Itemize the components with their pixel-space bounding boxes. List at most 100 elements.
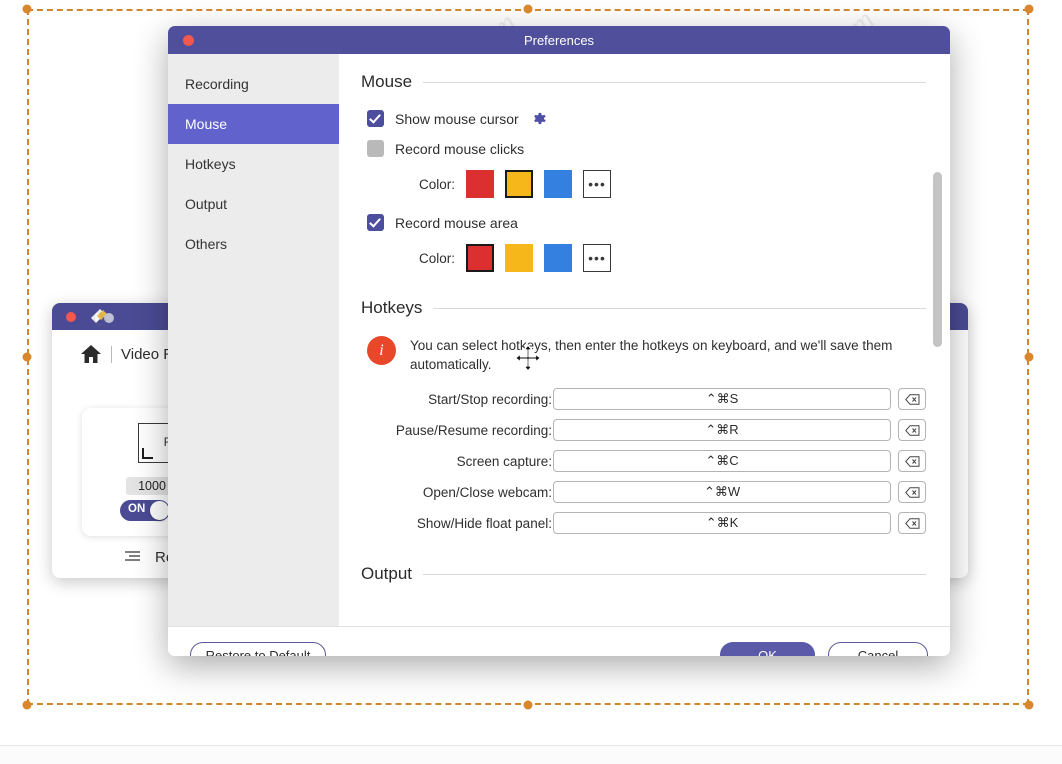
section-rule	[433, 307, 926, 309]
preferences-dialog[interactable]: Preferences Recording Mouse Hotkeys Outp…	[168, 26, 950, 656]
preferences-body: Recording Mouse Hotkeys Output Others Mo…	[168, 54, 950, 626]
capture-width-value: 1000	[138, 479, 166, 493]
hotkey-input[interactable]: ⌃⌘R	[552, 419, 892, 441]
selection-handle-top-right[interactable]	[1024, 4, 1034, 14]
backspace-icon	[904, 455, 920, 467]
preferences-titlebar: Preferences	[168, 26, 950, 54]
color-label: Color:	[418, 250, 455, 266]
hotkey-label: Open/Close webcam:	[422, 484, 552, 500]
content-scrollbar-track[interactable]	[933, 54, 946, 626]
dialog-title: Preferences	[523, 32, 595, 48]
crop-corner-icon	[142, 448, 153, 459]
section-title: Output	[361, 564, 413, 583]
hotkey-label: Pause/Resume recording:	[395, 422, 552, 438]
selection-handle-top-center[interactable]	[523, 4, 533, 14]
backspace-icon	[904, 486, 920, 498]
hotkey-clear-button[interactable]	[898, 481, 926, 503]
hotkey-label: Start/Stop recording:	[428, 391, 552, 407]
section-title: Hotkeys	[361, 298, 423, 317]
ok-button[interactable]: OK	[720, 642, 815, 656]
hotkey-label: Screen capture:	[456, 453, 552, 469]
selection-handle-bottom-center[interactable]	[523, 700, 533, 710]
toggle-knob	[150, 501, 169, 520]
backspace-icon	[904, 424, 920, 436]
section-rule	[423, 573, 926, 575]
show-mouse-cursor-label: Show mouse cursor	[395, 110, 519, 127]
hotkey-input[interactable]: ⌃⌘C	[552, 450, 892, 472]
home-icon[interactable]	[80, 344, 102, 364]
color-swatch-red[interactable]	[466, 244, 494, 272]
hotkey-input[interactable]: ⌃⌘K	[552, 512, 892, 534]
hotkey-input[interactable]: ⌃⌘S	[552, 388, 892, 410]
selection-handle-top-left[interactable]	[22, 4, 32, 14]
record-clicks-color-row: Color: •••	[409, 170, 926, 198]
hotkeys-info-text: You can select hotkeys, then enter the h…	[410, 338, 893, 372]
record-mouse-area-row[interactable]: Record mouse area	[367, 214, 926, 231]
sidebar-item-label: Others	[185, 236, 228, 252]
sidebar-item-others[interactable]: Others	[168, 224, 339, 264]
color-swatch-yellow[interactable]	[505, 244, 533, 272]
restore-to-default-button[interactable]: Restore to Default	[190, 642, 326, 656]
backspace-icon	[904, 393, 920, 405]
sidebar-item-label: Hotkeys	[185, 156, 236, 172]
hotkey-row-start-stop: Start/Stop recording: ⌃⌘S	[361, 388, 926, 410]
backspace-icon	[904, 517, 920, 529]
selection-handle-bottom-right[interactable]	[1024, 700, 1034, 710]
hotkey-clear-button[interactable]	[898, 388, 926, 410]
show-mouse-cursor-row[interactable]: Show mouse cursor	[367, 110, 926, 127]
list-icon[interactable]	[124, 549, 142, 565]
record-mouse-area-checkbox[interactable]	[367, 214, 384, 231]
section-rule	[423, 81, 926, 83]
move-cursor-icon	[514, 344, 542, 372]
background-window-close-icon[interactable]	[66, 312, 76, 322]
hotkey-label: Show/Hide float panel:	[416, 515, 552, 531]
record-mouse-area-label: Record mouse area	[395, 214, 518, 231]
sidebar-item-recording[interactable]: Recording	[168, 64, 339, 104]
section-header-output: Output	[361, 564, 926, 584]
color-swatch-yellow[interactable]	[505, 170, 533, 198]
color-swatch-blue[interactable]	[544, 244, 572, 272]
hotkey-clear-button[interactable]	[898, 450, 926, 472]
show-mouse-cursor-checkbox[interactable]	[367, 110, 384, 127]
hotkeys-info-row: i You can select hotkeys, then enter the…	[367, 336, 926, 374]
display-toggle[interactable]: ON	[120, 500, 170, 521]
sidebar-item-output[interactable]: Output	[168, 184, 339, 224]
record-mouse-clicks-label: Record mouse clicks	[395, 140, 525, 157]
sidebar-item-label: Recording	[185, 76, 249, 92]
desktop-screen: Video Re Full 1000	[0, 0, 1062, 764]
record-mouse-clicks-checkbox[interactable]	[367, 140, 384, 157]
info-icon: i	[367, 336, 396, 365]
color-swatch-more-button[interactable]: •••	[583, 244, 611, 272]
content-scrollbar-thumb[interactable]	[933, 172, 942, 347]
sidebar-item-label: Mouse	[185, 116, 228, 132]
sidebar-item-hotkeys[interactable]: Hotkeys	[168, 144, 339, 184]
color-swatch-red[interactable]	[466, 170, 494, 198]
record-area-color-row: Color: •••	[409, 244, 926, 272]
color-swatch-more-button[interactable]: •••	[583, 170, 611, 198]
hotkey-row-float-panel: Show/Hide float panel: ⌃⌘K	[361, 512, 926, 534]
selection-handle-bottom-left[interactable]	[22, 700, 32, 710]
sidebar-item-mouse[interactable]: Mouse	[168, 104, 339, 144]
preferences-content-pane: Mouse Show mouse cursor Record mouse cli…	[339, 54, 950, 626]
app-logo-icon	[91, 309, 114, 323]
cancel-button[interactable]: Cancel	[828, 642, 928, 656]
hotkey-row-screen-capture: Screen capture: ⌃⌘C	[361, 450, 926, 472]
hotkey-input[interactable]: ⌃⌘W	[552, 481, 892, 503]
hotkey-clear-button[interactable]	[898, 512, 926, 534]
section-header-hotkeys: Hotkeys	[361, 298, 926, 318]
selection-handle-middle-right[interactable]	[1024, 352, 1034, 362]
section-header-mouse: Mouse	[361, 72, 926, 92]
screen-bottom-strip	[0, 746, 1062, 764]
color-label: Color:	[418, 176, 455, 192]
hotkey-clear-button[interactable]	[898, 419, 926, 441]
record-mouse-clicks-row[interactable]: Record mouse clicks	[367, 140, 926, 157]
preferences-footer: Restore to Default OK Cancel	[168, 626, 950, 656]
gear-icon[interactable]	[530, 110, 547, 127]
toggle-state-label: ON	[128, 503, 146, 515]
preferences-sidebar: Recording Mouse Hotkeys Output Others	[168, 54, 339, 626]
section-title: Mouse	[361, 72, 413, 91]
sidebar-item-label: Output	[185, 196, 228, 212]
close-icon[interactable]	[183, 35, 194, 46]
color-swatch-blue[interactable]	[544, 170, 572, 198]
selection-handle-middle-left[interactable]	[22, 352, 32, 362]
